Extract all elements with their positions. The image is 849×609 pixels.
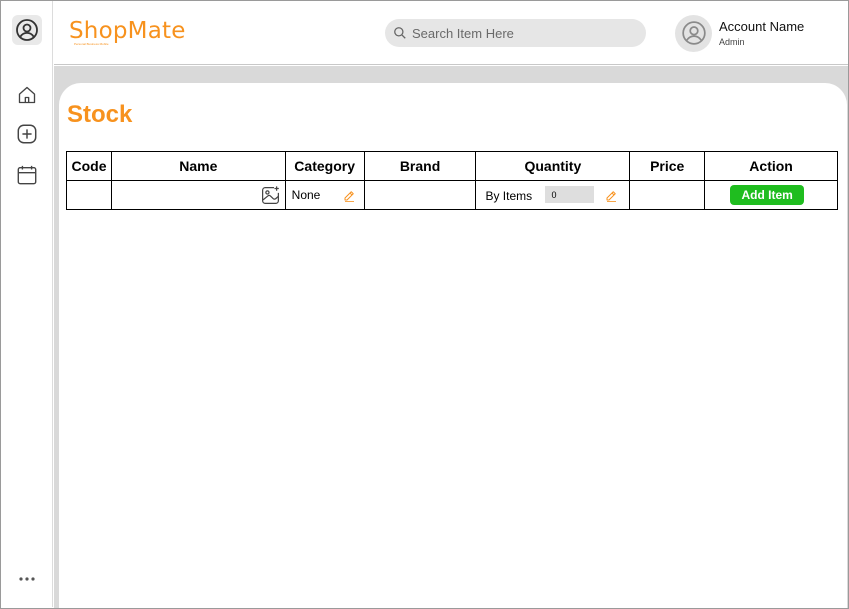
sidebar-home-button[interactable]: [1, 80, 53, 110]
column-header-price: Price: [629, 151, 706, 181]
app-logo[interactable]: ShopMate Personal Business Mobile: [69, 18, 186, 46]
search-bar: [385, 19, 646, 47]
price-cell[interactable]: [629, 180, 706, 210]
quantity-cell: By Items: [475, 180, 631, 210]
name-cell[interactable]: [110, 180, 286, 210]
code-cell[interactable]: [66, 180, 112, 210]
column-header-action: Action: [704, 151, 838, 181]
add-image-icon[interactable]: [260, 185, 281, 206]
edit-pencil-icon[interactable]: [343, 190, 355, 202]
sidebar-calendar-button[interactable]: [1, 160, 53, 190]
account-role: Admin: [719, 36, 745, 47]
stock-table: Code Name Category Brand Quantity Price …: [66, 151, 838, 210]
user-circle-icon: [681, 21, 706, 45]
logo-tagline: Personal Business Mobile: [74, 42, 109, 46]
edit-pencil-icon[interactable]: [605, 190, 617, 202]
column-header-quantity: Quantity: [475, 151, 631, 181]
account-name: Account Name: [719, 18, 805, 34]
account-menu[interactable]: Account Name Admin: [675, 14, 804, 52]
logo-text: ShopMate: [69, 18, 186, 44]
sidebar-add-button[interactable]: [1, 119, 53, 149]
category-value: None: [291, 188, 321, 202]
sidebar: [1, 1, 53, 607]
table-header-row: Code Name Category Brand Quantity Price …: [66, 151, 838, 181]
search-input[interactable]: [412, 25, 632, 41]
top-header: ShopMate Personal Business Mobile Accoun…: [54, 1, 848, 65]
avatar: [675, 14, 712, 52]
sidebar-profile-button[interactable]: [1, 15, 53, 45]
more-dots-icon: [19, 577, 35, 581]
home-icon: [18, 86, 36, 104]
plus-square-icon: [17, 124, 37, 144]
column-header-name: Name: [110, 151, 286, 181]
column-header-code: Code: [66, 151, 112, 181]
page-title: Stock: [67, 101, 133, 128]
action-cell: Add Item: [704, 180, 838, 210]
table-row: None By Items Add Item: [66, 180, 838, 210]
brand-cell[interactable]: [363, 180, 477, 210]
calendar-icon: [17, 165, 37, 185]
category-cell[interactable]: None: [284, 180, 365, 210]
quantity-unit: By Items: [485, 189, 533, 203]
quantity-input[interactable]: [545, 186, 595, 203]
add-item-button[interactable]: Add Item: [730, 185, 805, 205]
column-header-brand: Brand: [363, 151, 477, 181]
search-icon: [394, 27, 406, 39]
user-circle-icon: [16, 19, 38, 41]
sidebar-more-button[interactable]: [1, 564, 53, 594]
column-header-category: Category: [284, 151, 365, 181]
